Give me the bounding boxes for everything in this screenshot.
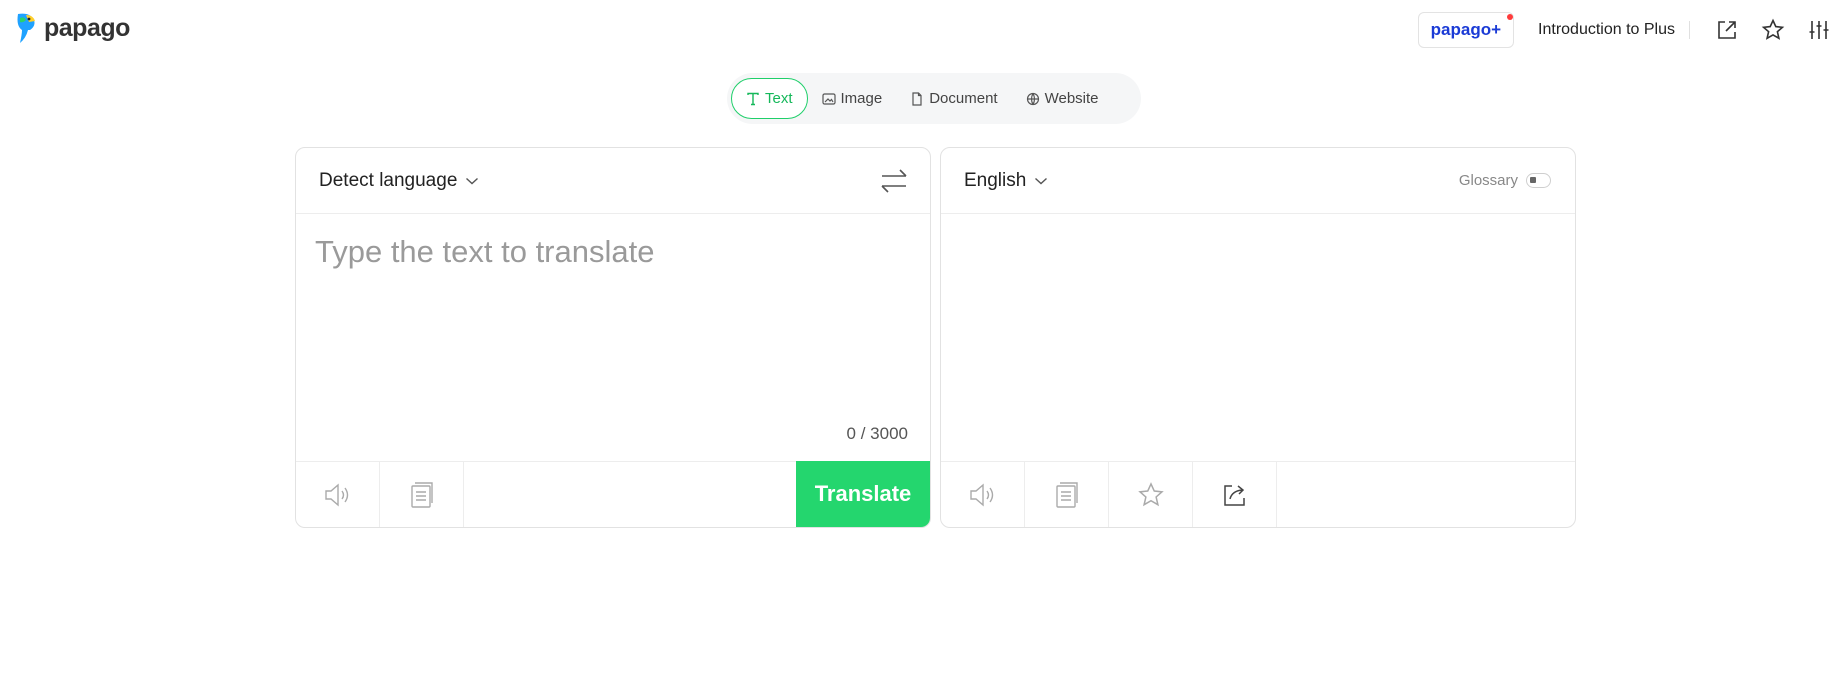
glossary-label: Glossary (1458, 172, 1518, 189)
speaker-icon (324, 482, 348, 507)
target-listen-button[interactable] (941, 462, 1025, 527)
text-icon (747, 92, 759, 105)
globe-icon (1026, 92, 1039, 105)
image-icon (821, 92, 836, 105)
tab-website-label: Website (1044, 90, 1099, 107)
toggle-knob (1530, 177, 1536, 183)
swap-languages-icon[interactable] (878, 166, 910, 196)
source-language-label: Detect language (319, 170, 458, 191)
settings-button[interactable] (1796, 12, 1842, 48)
source-listen-button[interactable] (296, 462, 380, 527)
speaker-icon (969, 482, 993, 507)
tab-text-label: Text (765, 90, 793, 107)
notification-dot (1507, 14, 1514, 20)
mode-tabs: Text Image Document Website (727, 73, 1141, 124)
source-copy-button[interactable] (380, 462, 464, 527)
logo-text: papago (44, 13, 130, 42)
papago-logo[interactable]: papago (14, 12, 130, 44)
favorites-button[interactable] (1750, 12, 1796, 48)
share-icon (1223, 484, 1245, 506)
target-toolbar (941, 461, 1575, 527)
target-panel: English Glossary (940, 147, 1576, 528)
target-favorite-button[interactable] (1109, 462, 1193, 527)
papago-plus-button[interactable]: papago+ (1417, 12, 1515, 48)
tab-image[interactable]: Image (808, 78, 897, 119)
source-panel-header: Detect language (296, 148, 930, 214)
open-new-window-button[interactable] (1704, 12, 1750, 48)
header-actions: papago+ Introduction to Plus (1417, 12, 1842, 48)
source-panel: Detect language 0 / 3000 T (295, 147, 931, 528)
character-count: 0 / 3000 (846, 424, 908, 443)
settings-sliders-icon (1809, 21, 1829, 39)
parrot-logo-icon (17, 13, 35, 43)
document-icon (912, 91, 922, 106)
papago-plus-label: papago+ (1430, 20, 1502, 39)
open-new-window-icon (1718, 21, 1736, 39)
source-language-select[interactable]: Detect language (319, 170, 479, 192)
star-icon (1761, 18, 1785, 40)
tab-document-label: Document (929, 90, 998, 107)
top-header: papago papago+ Introduction to Plus (0, 0, 1842, 56)
tab-website[interactable]: Website (1012, 78, 1113, 119)
copy-icon (1055, 481, 1078, 508)
header-divider (1689, 21, 1690, 39)
chevron-down-icon (1035, 177, 1048, 185)
tab-text[interactable]: Text (731, 78, 808, 119)
chevron-down-icon (466, 177, 479, 185)
target-language-select[interactable]: English (964, 170, 1048, 192)
target-language-label: English (964, 170, 1027, 191)
target-panel-header: English Glossary (941, 148, 1575, 214)
target-copy-button[interactable] (1025, 462, 1109, 527)
glossary-control: Glossary (1459, 172, 1551, 189)
introduction-to-plus-link[interactable]: Introduction to Plus (1538, 21, 1675, 39)
translate-button[interactable]: Translate (796, 461, 930, 527)
tab-image-label: Image (840, 90, 883, 107)
source-text-input[interactable] (315, 234, 911, 374)
star-icon (1137, 481, 1164, 506)
tab-document[interactable]: Document (896, 78, 1011, 119)
copy-icon (410, 481, 433, 508)
glossary-toggle[interactable] (1526, 173, 1551, 188)
target-share-button[interactable] (1193, 462, 1277, 527)
